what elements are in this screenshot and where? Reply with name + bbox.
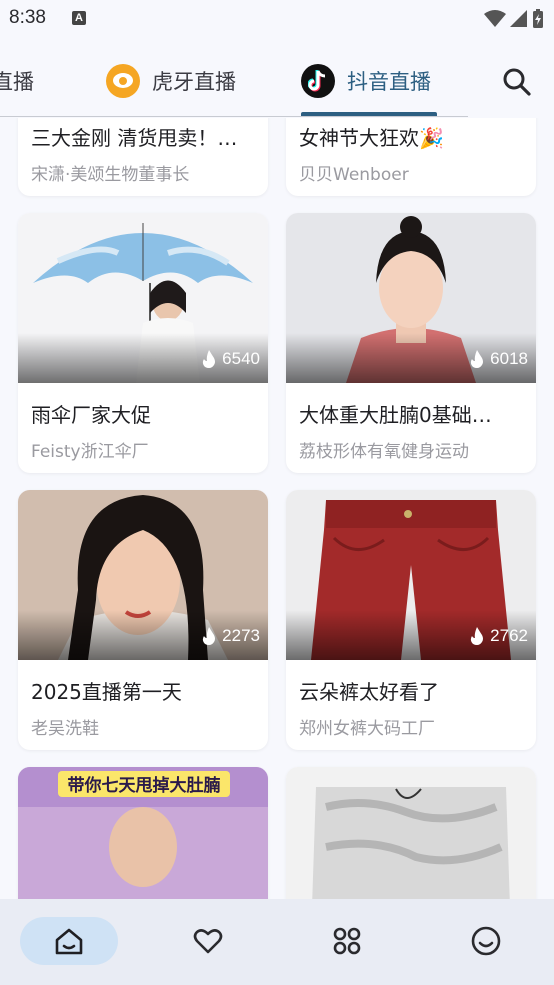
smiley-icon [471, 926, 501, 956]
stream-thumbnail: 带你七天甩掉大肚腩 [18, 767, 268, 899]
viewer-count: 2762 [470, 626, 528, 646]
status-bar: 8:38 A [0, 0, 554, 40]
viewer-count: 6018 [470, 349, 528, 369]
stream-card[interactable]: 2762 云朵裤太好看了 郑州女裤大码工厂 [286, 490, 536, 750]
bottom-navigation [0, 899, 554, 985]
stream-card[interactable]: 2557 三大金刚 清货甩卖！… 宋潇·美颂生物董事长 [18, 118, 268, 196]
tab-douyin-live[interactable]: 抖音直播 [301, 64, 431, 98]
douyin-logo-icon [301, 64, 335, 98]
streamer-name: 郑州女裤大码工厂 [299, 719, 435, 739]
platform-tab-bar: 直播 虎牙直播 抖音直播 [0, 50, 554, 118]
stream-title: 三大金刚 清货甩卖！… [31, 126, 238, 150]
huya-logo-icon [106, 64, 140, 98]
stream-card[interactable]: 2810 女神节大狂欢🎉 贝贝Wenboer [286, 118, 536, 196]
live-stream-list[interactable]: 2557 三大金刚 清货甩卖！… 宋潇·美颂生物董事长 2810 [0, 118, 554, 899]
stream-card[interactable]: 6540 雨伞厂家大促 Feisty浙江伞厂 [18, 213, 268, 473]
streamer-name: 宋潇·美颂生物董事长 [31, 165, 190, 185]
streamer-name: 贝贝Wenboer [299, 165, 409, 185]
stream-card[interactable]: 带你七天甩掉大肚腩 [18, 767, 268, 899]
wifi-icon [484, 10, 506, 27]
search-button[interactable] [499, 64, 535, 100]
viewer-count: 6540 [202, 349, 260, 369]
signal-icon [510, 10, 527, 27]
streamer-name: 老吴洗鞋 [31, 719, 99, 739]
stream-thumbnail: 2762 [286, 490, 536, 660]
flame-icon [471, 627, 484, 645]
stream-title: 女神节大狂欢🎉 [299, 126, 444, 150]
tab-label: 直播 [0, 70, 34, 94]
nav-apps[interactable] [298, 917, 396, 965]
stream-card[interactable]: 6018 大体重大肚腩0基础… 荔枝形体有氧健身运动 [286, 213, 536, 473]
viewer-count: 2273 [202, 626, 260, 646]
notification-icon: A [72, 11, 86, 25]
heart-icon [193, 929, 223, 954]
status-time: 8:38 [9, 7, 46, 28]
grid-icon [333, 927, 361, 955]
flame-icon [203, 627, 216, 645]
tab-live-partial[interactable]: 直播 [0, 64, 34, 98]
stream-title: 大体重大肚腩0基础… [299, 403, 492, 427]
tab-label: 抖音直播 [347, 70, 431, 94]
streamer-name: Feisty浙江伞厂 [31, 442, 149, 462]
nav-favorites[interactable] [159, 917, 257, 965]
flame-icon [203, 350, 216, 368]
nav-home[interactable] [20, 917, 118, 965]
banner-text: 带你七天甩掉大肚腩 [68, 775, 221, 796]
system-icons [484, 9, 544, 29]
stream-thumbnail: 6540 [18, 213, 268, 383]
streamer-name: 荔枝形体有氧健身运动 [299, 442, 469, 462]
stream-title: 云朵裤太好看了 [299, 680, 439, 704]
stream-thumbnail: 6018 [286, 213, 536, 383]
battery-icon [533, 9, 543, 28]
stream-title: 2025直播第一天 [31, 680, 182, 704]
search-icon [503, 68, 531, 96]
tab-huya-live[interactable]: 虎牙直播 [106, 64, 236, 98]
stream-thumbnail: 2273 [18, 490, 268, 660]
stream-card[interactable] [286, 767, 536, 899]
home-icon [55, 928, 83, 955]
nav-me[interactable] [437, 917, 535, 965]
tab-divider [0, 116, 468, 117]
tab-label: 虎牙直播 [152, 70, 236, 94]
stream-thumbnail [286, 767, 536, 899]
stream-card[interactable]: 2273 2025直播第一天 老吴洗鞋 [18, 490, 268, 750]
flame-icon [471, 350, 484, 368]
stream-title: 雨伞厂家大促 [31, 403, 151, 427]
